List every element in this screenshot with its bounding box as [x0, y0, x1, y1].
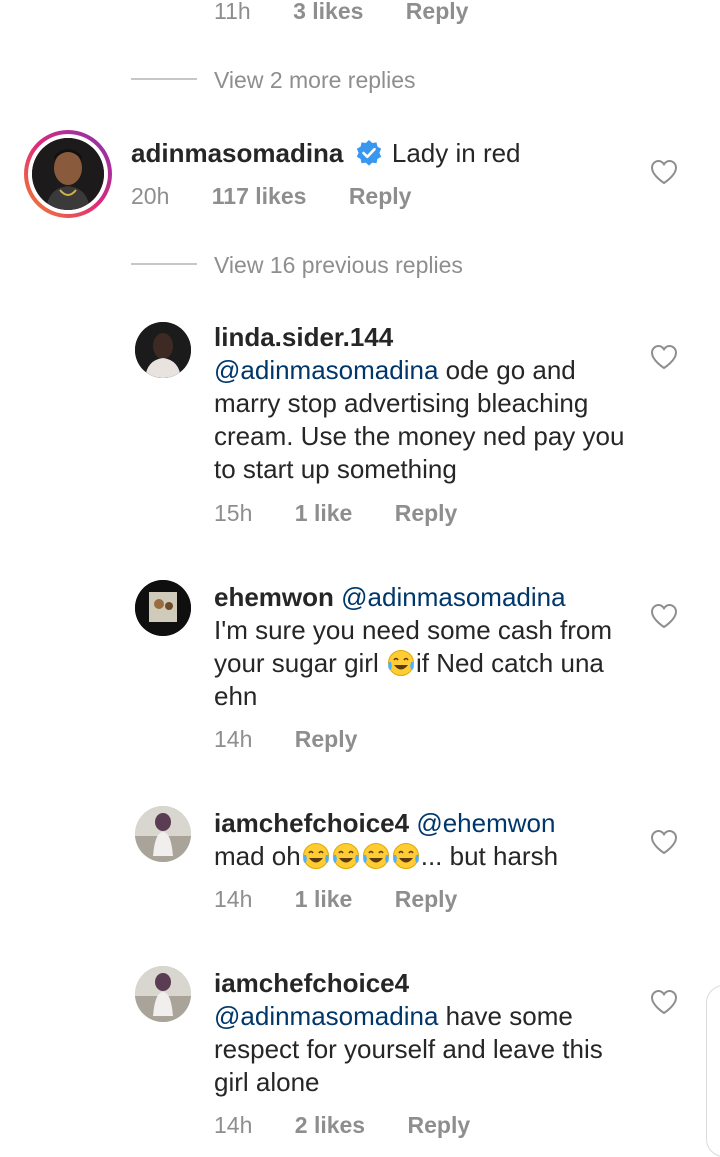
reply-4-text: iamchefchoice4 @adinmasomadina have some…	[214, 967, 624, 1099]
top-comment-likes[interactable]: 3 likes	[293, 0, 363, 24]
reply-3-meta: 14h 1 like Reply	[214, 886, 457, 913]
reply-avatar[interactable]	[135, 966, 191, 1022]
reply-3-likes[interactable]: 1 like	[295, 886, 353, 912]
tears-of-joy-emoji-icon	[391, 842, 421, 870]
reply-2-text: ehemwon @adinmasomadina I'm sure you nee…	[214, 581, 644, 713]
floating-panel-edge	[706, 985, 720, 1157]
reply-avatar[interactable]	[135, 322, 191, 378]
reply-4-time: 14h	[214, 1112, 253, 1138]
reply-4-reply-button[interactable]: Reply	[408, 1112, 471, 1138]
reply-4-mention[interactable]: @adinmasomadina	[214, 1001, 438, 1031]
reply-3-mention[interactable]: @ehemwon	[416, 808, 555, 838]
tears-of-joy-emoji-icon	[301, 842, 331, 870]
verified-badge-icon	[355, 139, 383, 167]
reply-1-text: linda.sider.144 @adinmasomadina ode go a…	[214, 321, 634, 486]
heart-icon[interactable]	[650, 603, 678, 629]
reply-avatar[interactable]	[135, 806, 191, 862]
view-more-replies-link[interactable]: View 2 more replies	[214, 67, 416, 94]
reply-3-reply-button[interactable]: Reply	[395, 886, 458, 912]
reply-3-time: 14h	[214, 886, 253, 912]
heart-icon[interactable]	[650, 829, 678, 855]
parent-avatar-ring[interactable]	[24, 130, 112, 218]
tears-of-joy-emoji-icon	[331, 842, 361, 870]
parent-comment-meta: 20h 117 likes Reply	[131, 183, 411, 210]
reply-1-mention[interactable]: @adinmasomadina	[214, 355, 438, 385]
top-comment-time: 11h	[214, 0, 251, 24]
heart-icon[interactable]	[650, 344, 678, 370]
reply-3-body-a: mad oh	[214, 841, 301, 871]
reply-1-time: 15h	[214, 500, 253, 526]
thread-line	[131, 263, 197, 265]
parent-avatar[interactable]	[32, 138, 104, 210]
reply-3-body-b: ... but harsh	[420, 841, 559, 871]
parent-comment-body: Lady in red	[391, 138, 521, 168]
reply-2-username[interactable]: ehemwon	[214, 582, 334, 612]
parent-comment-reply-button[interactable]: Reply	[349, 183, 412, 209]
tears-of-joy-emoji-icon	[361, 842, 391, 870]
heart-icon[interactable]	[650, 989, 678, 1015]
top-comment-reply-button[interactable]: Reply	[406, 0, 469, 24]
top-comment-meta: 11h 3 likes Reply	[214, 0, 468, 25]
reply-4-meta: 14h 2 likes Reply	[214, 1112, 470, 1139]
reply-3-username[interactable]: iamchefchoice4	[214, 808, 409, 838]
reply-3-text: iamchefchoice4 @ehemwon mad oh ... but ha…	[214, 807, 644, 873]
reply-4-likes[interactable]: 2 likes	[295, 1112, 365, 1138]
parent-comment-time: 20h	[131, 183, 170, 209]
heart-icon[interactable]	[650, 159, 678, 185]
reply-1-meta: 15h 1 like Reply	[214, 500, 457, 527]
reply-1-likes[interactable]: 1 like	[295, 500, 353, 526]
reply-2-meta: 14h Reply	[214, 726, 357, 753]
reply-2-time: 14h	[214, 726, 253, 752]
parent-username[interactable]: adinmasomadina	[131, 138, 343, 168]
view-previous-replies-link[interactable]: View 16 previous replies	[214, 252, 463, 279]
reply-2-mention[interactable]: @adinmasomadina	[341, 582, 565, 612]
parent-comment-text: adinmasomadina Lady in red	[131, 138, 521, 169]
tears-of-joy-emoji-icon	[386, 649, 416, 677]
parent-comment-likes[interactable]: 117 likes	[212, 183, 307, 209]
reply-1-reply-button[interactable]: Reply	[395, 500, 458, 526]
reply-4-username[interactable]: iamchefchoice4	[214, 968, 409, 998]
reply-1-username[interactable]: linda.sider.144	[214, 322, 393, 352]
reply-2-reply-button[interactable]: Reply	[295, 726, 358, 752]
thread-line	[131, 78, 197, 80]
reply-avatar[interactable]	[135, 580, 191, 636]
